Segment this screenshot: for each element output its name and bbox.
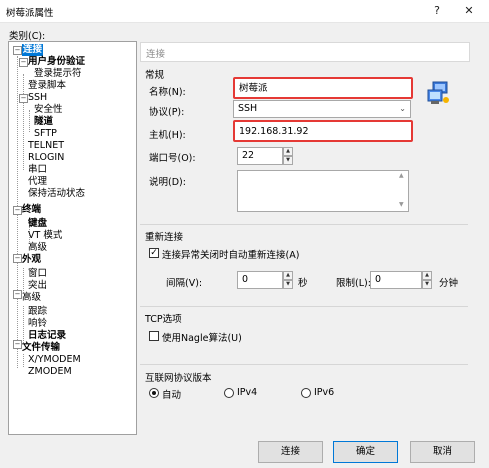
tree-item-auth[interactable]: 用户身份验证 — [28, 56, 85, 68]
collapse-icon[interactable]: − — [19, 94, 28, 103]
radio-ipv4[interactable] — [224, 388, 234, 398]
title-bar — [0, 0, 489, 23]
close-button[interactable]: ✕ — [462, 4, 476, 18]
tree-item-telnet[interactable]: TELNET — [28, 140, 64, 152]
protocol-value: SSH — [238, 103, 258, 114]
tree-item-logging[interactable]: 日志记录 — [28, 330, 66, 342]
tree-item-terminal-advanced[interactable]: 高级 — [28, 242, 47, 254]
tree-item-highlight[interactable]: 突出 — [28, 280, 47, 292]
panel-header: 连接 — [140, 42, 470, 62]
description-label: 说明(D): — [149, 177, 186, 188]
interval-unit: 秒 — [298, 278, 308, 289]
scroll-up-icon[interactable]: ▲ — [399, 172, 404, 179]
tree-item-login-prompt[interactable]: 登录提示符 — [34, 68, 82, 80]
scroll-down-icon[interactable]: ▼ — [399, 201, 404, 208]
tree-item-trace[interactable]: 跟踪 — [28, 306, 47, 318]
nagle-label: 使用Nagle算法(U) — [162, 333, 242, 344]
divider — [140, 306, 468, 307]
ip-version-section-title: 互联网协议版本 — [145, 373, 212, 384]
tree-item-keyboard[interactable]: 键盘 — [28, 218, 47, 230]
port-field[interactable]: 22 — [237, 147, 283, 165]
collapse-icon[interactable]: − — [13, 46, 22, 55]
tree-item-zmodem[interactable]: ZMODEM — [28, 366, 72, 378]
auto-reconnect-label: 连接异常关闭时自动重新连接(A) — [162, 250, 300, 261]
host-field[interactable]: 192.168.31.92 — [233, 120, 413, 142]
tree-line — [23, 268, 24, 293]
tree-item-terminal[interactable]: 终端 — [22, 204, 41, 216]
limit-label: 限制(L): — [336, 278, 371, 289]
tree-item-file-transfer[interactable]: 文件传输 — [22, 342, 60, 354]
interval-field[interactable]: 0 — [237, 271, 283, 289]
connect-button[interactable]: 连接 — [258, 441, 323, 463]
host-label: 主机(H): — [149, 130, 186, 141]
tree-item-vt-mode[interactable]: VT 模式 — [28, 230, 62, 242]
name-label: 名称(N): — [149, 87, 186, 98]
tree-item-advanced[interactable]: 高级 — [22, 292, 41, 304]
tree-item-serial[interactable]: 串口 — [28, 164, 47, 176]
tree-item-xymodem[interactable]: X/YMODEM — [28, 354, 81, 366]
tree-item-bell[interactable]: 响铃 — [28, 318, 47, 330]
reconnect-section-title: 重新连接 — [145, 232, 184, 243]
category-label: 类别(C): — [9, 31, 46, 42]
panel-header-title: 连接 — [146, 49, 166, 60]
description-scrollbar[interactable]: ▲ ▼ — [398, 171, 408, 211]
collapse-icon[interactable]: − — [13, 254, 22, 263]
chevron-down-icon: ⌄ — [399, 104, 406, 113]
ok-button[interactable]: 确定 — [333, 441, 398, 463]
description-field[interactable] — [237, 170, 409, 212]
tree-line — [23, 354, 24, 367]
radio-ipv4-label: IPv4 — [237, 387, 258, 398]
tcp-section-title: TCP选项 — [145, 314, 182, 325]
tree-line — [29, 110, 30, 132]
tree-item-login-script[interactable]: 登录脚本 — [28, 80, 66, 92]
tree-item-appearance[interactable]: 外观 — [22, 254, 41, 266]
port-spin-up-icon[interactable]: ▲ — [283, 147, 293, 156]
radio-ipv6-label: IPv6 — [314, 387, 335, 398]
limit-field[interactable]: 0 — [370, 271, 422, 289]
divider — [140, 364, 468, 365]
tree-line — [23, 306, 24, 343]
collapse-icon[interactable]: − — [19, 58, 28, 67]
protocol-select[interactable]: SSH ⌄ — [233, 100, 411, 118]
interval-label: 间隔(V): — [166, 278, 203, 289]
interval-spin-down-icon[interactable]: ▼ — [283, 280, 293, 289]
interval-spin-up-icon[interactable]: ▲ — [283, 271, 293, 280]
tree-item-rlogin[interactable]: RLOGIN — [28, 152, 64, 164]
cancel-button[interactable]: 取消 — [410, 441, 475, 463]
divider — [140, 224, 468, 225]
tree-item-connection[interactable]: 连接 — [22, 44, 44, 56]
tree-item-security[interactable]: 安全性 — [34, 104, 63, 116]
tree-item-keepalive[interactable]: 保持活动状态 — [28, 188, 85, 200]
radio-ipv6[interactable] — [301, 388, 311, 398]
collapse-icon[interactable]: − — [13, 206, 22, 215]
auto-reconnect-checkbox[interactable]: ✓ — [149, 248, 159, 258]
radio-auto[interactable] — [149, 388, 159, 398]
help-button[interactable]: ? — [430, 4, 444, 18]
tree-line — [23, 74, 24, 170]
limit-spin-down-icon[interactable]: ▼ — [422, 280, 432, 289]
tree-item-tunnel[interactable]: 隧道 — [34, 116, 53, 128]
tree-item-window[interactable]: 窗口 — [28, 268, 47, 280]
port-spin-down-icon[interactable]: ▼ — [283, 156, 293, 165]
nagle-checkbox[interactable] — [149, 331, 159, 341]
category-tree[interactable]: − − − − − − − 连接 用户身份验证 登录提示符 登录脚本 SSH 安… — [8, 41, 137, 435]
general-section-title: 常规 — [145, 70, 165, 81]
port-label: 端口号(O): — [149, 153, 196, 164]
limit-spin-up-icon[interactable]: ▲ — [422, 271, 432, 280]
tree-item-sftp[interactable]: SFTP — [34, 128, 57, 140]
tree-item-proxy[interactable]: 代理 — [28, 176, 47, 188]
window-title: 树莓派属性 — [6, 8, 54, 19]
protocol-label: 协议(P): — [149, 107, 185, 118]
limit-unit: 分钟 — [439, 278, 459, 289]
name-field[interactable]: 树莓派 — [233, 77, 413, 99]
tree-item-ssh[interactable]: SSH — [28, 92, 47, 104]
collapse-icon[interactable]: − — [13, 340, 22, 349]
collapse-icon[interactable]: − — [13, 290, 22, 299]
radio-auto-label: 自动 — [162, 390, 182, 401]
computer-network-icon — [425, 80, 451, 106]
